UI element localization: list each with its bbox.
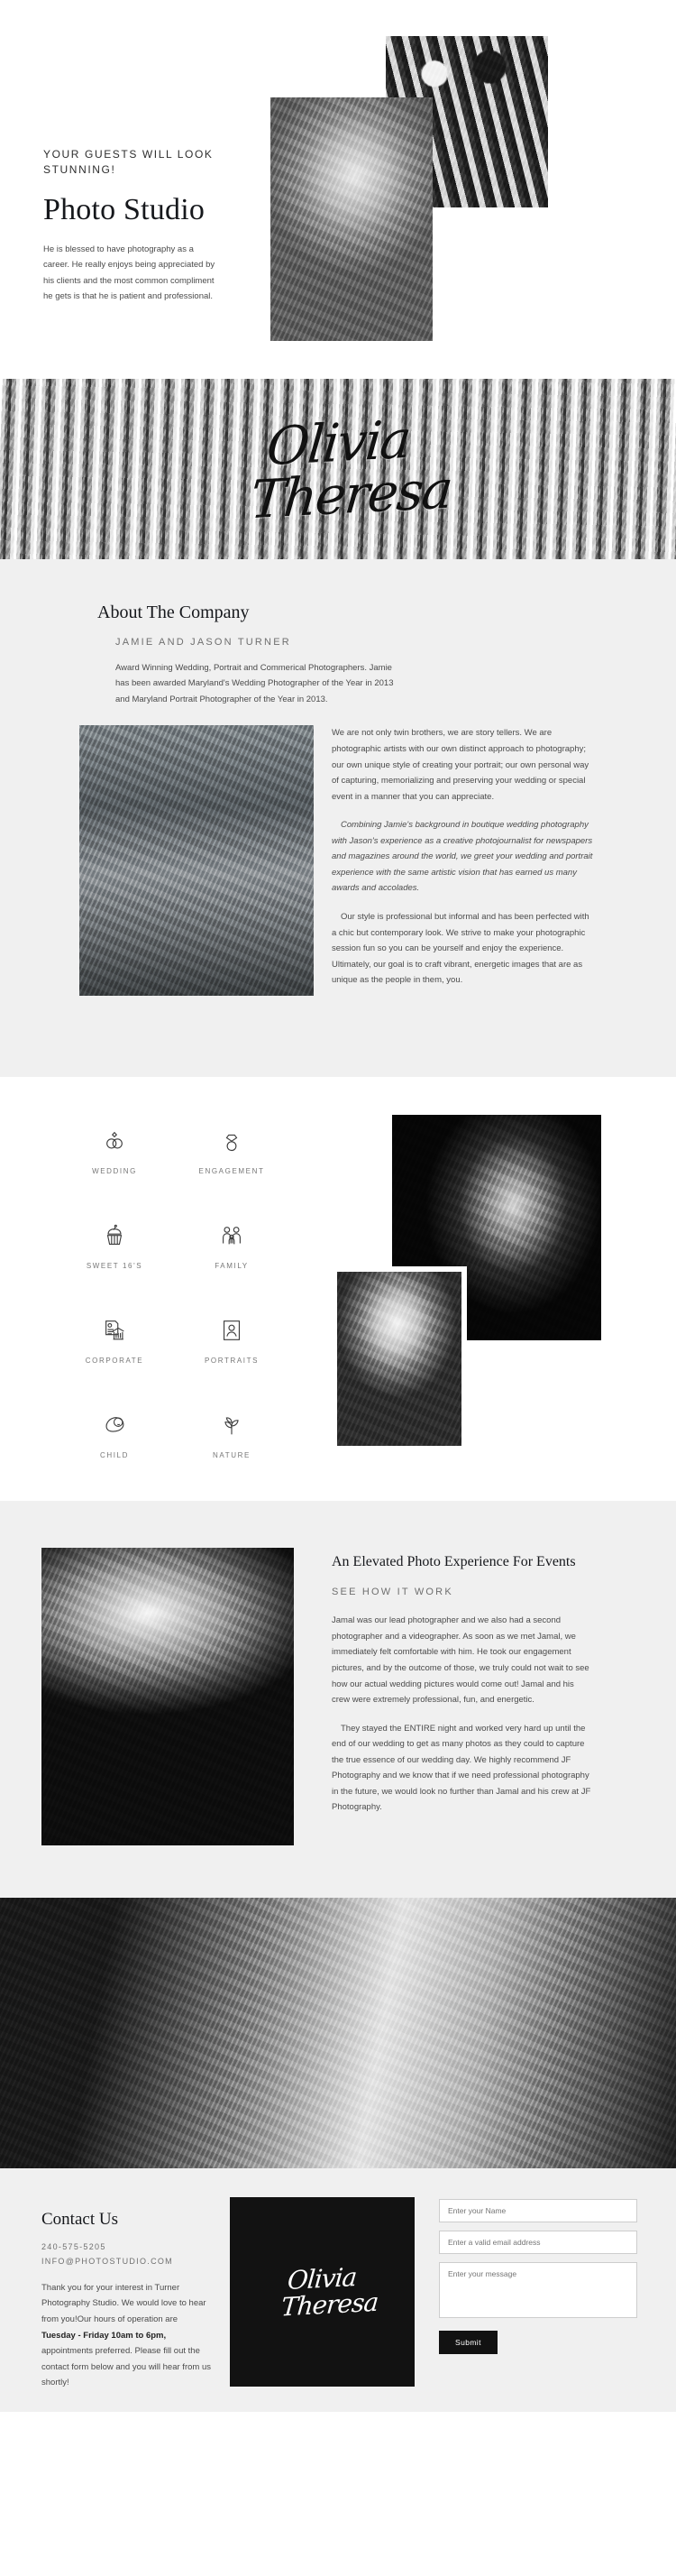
service-item-engagement[interactable]: ENGAGEMENT	[173, 1127, 290, 1175]
contact-form: Submit	[439, 2199, 637, 2355]
service-label: PORTRAITS	[204, 1357, 260, 1366]
hero-portrait-image	[270, 97, 433, 341]
service-item-corporate[interactable]: CORPORATE	[56, 1317, 173, 1365]
contact-title: Contact Us	[41, 2210, 118, 2230]
services-section: WEDDING ENGAGEMENT SWEET 16'S FAMILY COR…	[0, 1077, 676, 1502]
wedding-rings-icon	[101, 1127, 128, 1155]
portrait-frame-icon	[218, 1317, 245, 1344]
contact-info-block: Contact Us 240-575-5205 INFO@PHOTOSTUDIO…	[41, 2210, 222, 2390]
hero-paragraph: He is blessed to have photography as a c…	[43, 244, 215, 302]
hero-section: YOUR GUESTS WILL LOOK STUNNING! Photo St…	[0, 0, 676, 379]
about-subtitle: JAMIE AND JASON TURNER	[115, 637, 291, 648]
service-label: CORPORATE	[85, 1357, 144, 1366]
events-subtitle: SEE HOW IT WORK	[332, 1586, 453, 1597]
page-root: YOUR GUESTS WILL LOOK STUNNING! Photo St…	[0, 0, 676, 2413]
events-image	[41, 1548, 294, 1846]
service-item-portraits[interactable]: PORTRAITS	[173, 1317, 290, 1365]
signature-first-name: Olivia	[263, 408, 413, 478]
about-section: About The Company JAMIE AND JASON TURNER…	[0, 559, 676, 1078]
about-header: About The Company	[0, 603, 676, 623]
contact-blurb-part-1: Thank you for your interest in Turner Ph…	[41, 2282, 206, 2324]
page-title: Photo Studio	[43, 192, 206, 226]
name-input[interactable]	[439, 2199, 637, 2223]
signature-banner: Olivia Theresa	[0, 379, 676, 559]
services-hood-portrait-image	[332, 1266, 467, 1452]
contact-signature-card: Olivia Theresa	[230, 2197, 415, 2387]
service-item-family[interactable]: FAMILY	[173, 1222, 290, 1270]
events-section: An Elevated Photo Experience For Events …	[0, 1501, 676, 1899]
contact-section: Contact Us 240-575-5205 INFO@PHOTOSTUDIO…	[0, 2168, 676, 2413]
message-input[interactable]	[439, 2262, 637, 2319]
leaf-icon	[218, 1412, 245, 1439]
service-label: WEDDING	[92, 1167, 137, 1176]
services-grid: WEDDING ENGAGEMENT SWEET 16'S FAMILY COR…	[56, 1127, 290, 1459]
service-item-sweet16[interactable]: SWEET 16'S	[56, 1222, 173, 1270]
baby-icon	[101, 1412, 128, 1439]
hero-kicker: YOUR GUESTS WILL LOOK STUNNING!	[43, 148, 214, 177]
service-label: ENGAGEMENT	[198, 1167, 265, 1176]
signature-last-name: Theresa	[247, 458, 454, 531]
submit-button[interactable]: Submit	[439, 2331, 498, 2355]
diamond-ring-icon	[218, 1127, 245, 1155]
service-label: NATURE	[213, 1451, 251, 1460]
family-icon	[218, 1222, 245, 1249]
service-label: SWEET 16'S	[86, 1262, 143, 1271]
events-paragraph-1: Jamal was our lead photographer and we a…	[332, 1615, 589, 1706]
contact-blurb: Thank you for your interest in Turner Ph…	[41, 2280, 213, 2391]
cupcake-icon	[101, 1222, 128, 1249]
events-paragraph-2: They stayed the ENTIRE night and worked …	[332, 1723, 591, 1813]
corporate-building-icon	[101, 1317, 128, 1344]
about-paragraph-1: We are not only twin brothers, we are st…	[332, 728, 589, 802]
email-input[interactable]	[439, 2231, 637, 2255]
about-text-column: We are not only twin brothers, we are st…	[332, 725, 593, 1000]
contact-email[interactable]: INFO@PHOTOSTUDIO.COM	[41, 2255, 222, 2269]
handshake-image	[0, 1898, 676, 2169]
contact-details: 240-575-5205 INFO@PHOTOSTUDIO.COM	[41, 2240, 222, 2269]
about-intro-paragraph: Award Winning Wedding, Portrait and Comm…	[115, 662, 394, 704]
contact-blurb-part-2: appointments preferred. Please fill out …	[41, 2346, 211, 2388]
events-title: An Elevated Photo Experience For Events	[332, 1554, 576, 1570]
contact-hours: Tuesday - Friday 10am to 6pm,	[41, 2330, 167, 2341]
service-item-child[interactable]: CHILD	[56, 1412, 173, 1459]
signature-script: Olivia Theresa	[0, 379, 676, 559]
service-item-nature[interactable]: NATURE	[173, 1412, 290, 1459]
service-item-wedding[interactable]: WEDDING	[56, 1127, 173, 1175]
about-image	[79, 725, 314, 997]
service-label: FAMILY	[215, 1262, 249, 1271]
about-paragraph-2: Combining Jamie's background in boutique…	[332, 820, 593, 894]
about-paragraph-3: Our style is professional but informal a…	[332, 912, 589, 986]
about-content-row: We are not only twin brothers, we are st…	[0, 725, 676, 1023]
about-title: About The Company	[97, 603, 250, 622]
events-text-column: An Elevated Photo Experience For Events …	[332, 1551, 593, 1816]
card-last-name: Theresa	[279, 2287, 379, 2323]
contact-phone[interactable]: 240-575-5205	[41, 2240, 222, 2255]
hero-text-block: YOUR GUESTS WILL LOOK STUNNING! Photo St…	[43, 147, 269, 305]
service-label: CHILD	[99, 1451, 129, 1460]
